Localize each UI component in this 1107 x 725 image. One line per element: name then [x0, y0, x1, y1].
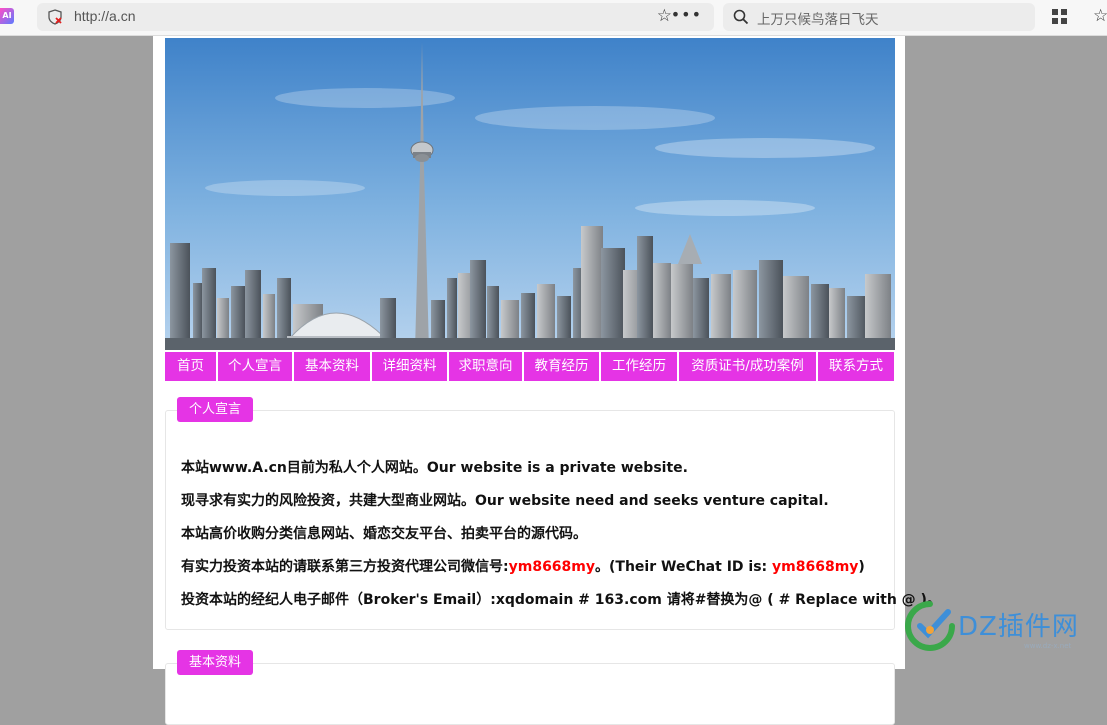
- nav-work-experience[interactable]: 工作经历: [601, 352, 677, 381]
- wechat-en-text: 。(Their WeChat ID is:: [595, 559, 773, 575]
- url-text[interactable]: http://a.cn: [74, 8, 135, 24]
- manifesto-line-2: 现寻求有实力的风险投资，共建大型商业网站。Our website need an…: [181, 493, 829, 509]
- manifesto-line-4: 有实力投资本站的请联系第三方投资代理公司微信号:ym8668my。(Their …: [181, 557, 894, 577]
- nav-manifesto[interactable]: 个人宣言: [218, 352, 292, 381]
- nav-details[interactable]: 详细资料: [372, 352, 447, 381]
- browser-toolbar: AI http://a.cn ☆ ••• 上万只候鸟落日飞天 ☆: [0, 0, 1107, 36]
- nav-basic-info[interactable]: 基本资料: [294, 352, 370, 381]
- skyline-illustration: [165, 38, 895, 350]
- manifesto-line-1: 本站www.A.cn目前为私人个人网站。Our website is a pri…: [181, 460, 688, 476]
- search-icon: [733, 9, 749, 25]
- search-box[interactable]: 上万只候鸟落日飞天: [723, 3, 1035, 31]
- apps-grid-icon[interactable]: [1052, 9, 1068, 25]
- manifesto-section: 个人宣言 本站www.A.cn目前为私人个人网站。Our website is …: [165, 397, 941, 630]
- nav-contact[interactable]: 联系方式: [818, 352, 894, 381]
- more-options-icon[interactable]: •••: [671, 5, 702, 24]
- watermark-text: DZ插件网: [958, 612, 1079, 642]
- wechat-close-paren: ): [858, 559, 865, 575]
- watermark-emblem-icon: [905, 601, 955, 651]
- main-nav: 首页 个人宣言 基本资料 详细资料 求职意向 教育经历 工作经历 资质证书/成功…: [165, 352, 894, 381]
- section-title: 基本资料: [177, 650, 254, 675]
- favorites-icon[interactable]: ☆: [1093, 6, 1107, 26]
- section-title: 个人宣言: [177, 397, 254, 422]
- wechat-intro-text: 有实力投资本站的请联系第三方投资代理公司微信号:: [181, 559, 509, 575]
- search-input[interactable]: 上万只候鸟落日飞天: [757, 8, 879, 28]
- nav-job-intention[interactable]: 求职意向: [449, 352, 522, 381]
- watermark-subtext: www.dz-x.net: [1024, 642, 1072, 650]
- hero-banner-image: [165, 38, 895, 350]
- watermark-logo: DZ插件网 www.dz-x.net: [904, 596, 1100, 656]
- site-security-icon[interactable]: [47, 9, 63, 25]
- manifesto-line-3: 本站高价收购分类信息网站、婚恋交友平台、拍卖平台的源代码。: [181, 526, 587, 542]
- nav-home[interactable]: 首页: [165, 352, 216, 381]
- page-container: 首页 个人宣言 基本资料 详细资料 求职意向 教育经历 工作经历 资质证书/成功…: [153, 36, 941, 725]
- address-bar[interactable]: http://a.cn ☆ •••: [37, 3, 714, 31]
- nav-education[interactable]: 教育经历: [524, 352, 599, 381]
- manifesto-line-5: 投资本站的经纪人电子邮件（Broker's Email）:xqdomain # …: [181, 592, 941, 608]
- basic-info-section: 基本资料: [165, 650, 895, 725]
- nav-certificates[interactable]: 资质证书/成功案例: [679, 352, 816, 381]
- ai-extension-icon[interactable]: AI: [0, 8, 14, 24]
- wechat-id: ym8668my: [508, 559, 596, 575]
- wechat-id-en: ym8668my: [772, 559, 859, 575]
